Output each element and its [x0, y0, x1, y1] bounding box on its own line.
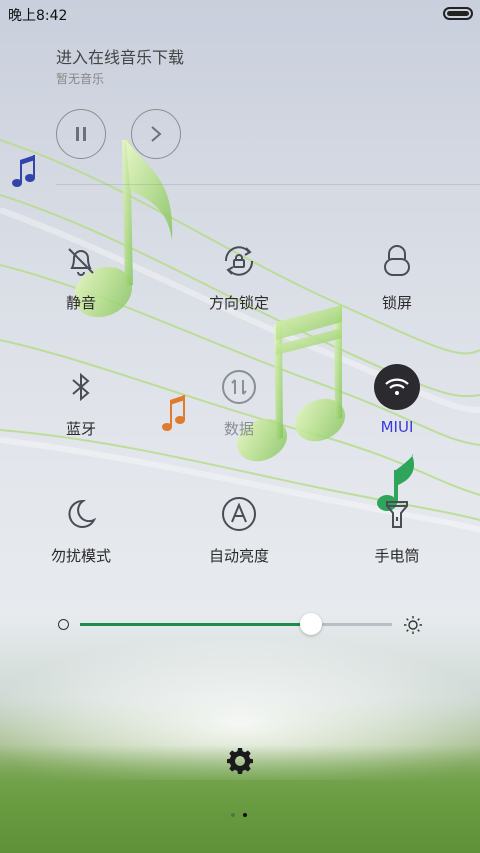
- toggle-mute-label: 静音: [65, 294, 96, 312]
- toggle-mobile-data-label: 数据: [223, 420, 254, 438]
- toggle-lock-screen-label: 锁屏: [381, 294, 412, 312]
- toggle-bluetooth[interactable]: 蓝牙: [21, 364, 141, 454]
- toggle-mute[interactable]: 静音: [21, 238, 141, 328]
- toggle-mobile-data[interactable]: 数据: [179, 364, 299, 454]
- brightness-high-icon: [404, 616, 422, 634]
- blue-music-note-decor: [12, 155, 35, 187]
- brightness-thumb[interactable]: [299, 613, 322, 635]
- lock-icon: [374, 238, 420, 284]
- toggle-auto-brightness-label: 自动亮度: [208, 547, 269, 565]
- next-icon: [151, 126, 162, 142]
- toggle-lock-screen[interactable]: 锁屏: [337, 238, 457, 328]
- moon-icon: [58, 491, 104, 537]
- pause-icon: [76, 127, 86, 141]
- page-indicator: [231, 813, 247, 817]
- status-time: 晚上8:42: [8, 8, 68, 24]
- next-button[interactable]: [131, 109, 181, 159]
- brightness-low-icon: [58, 619, 69, 630]
- status-bar: 晚上8:42: [0, 0, 480, 28]
- brightness-fill: [80, 623, 311, 626]
- auto-brightness-icon: [216, 491, 262, 537]
- toggle-do-not-disturb[interactable]: 勿扰模式: [21, 491, 141, 581]
- toggle-flashlight-label: 手电筒: [374, 547, 420, 565]
- battery-full-icon: [443, 7, 473, 20]
- toggle-wifi[interactable]: MIUI: [337, 364, 457, 454]
- toggle-flashlight[interactable]: 手电筒: [337, 491, 457, 581]
- toggle-rotation-lock[interactable]: 方向锁定: [179, 238, 299, 328]
- mobile-data-icon: [216, 364, 262, 410]
- toggle-rotation-lock-label: 方向锁定: [208, 294, 269, 312]
- toggle-do-not-disturb-label: 勿扰模式: [50, 547, 111, 565]
- brightness-slider[interactable]: [80, 613, 392, 635]
- page-dot-1[interactable]: [231, 813, 235, 817]
- wifi-icon: [374, 364, 420, 410]
- settings-button[interactable]: [226, 746, 254, 774]
- gear-icon: [227, 748, 253, 774]
- flashlight-icon: [374, 491, 420, 537]
- pause-button[interactable]: [56, 109, 106, 159]
- toggle-auto-brightness[interactable]: 自动亮度: [179, 491, 299, 581]
- music-title[interactable]: 进入在线音乐下载: [56, 44, 184, 68]
- page-dot-2[interactable]: [243, 813, 247, 817]
- music-divider: [56, 184, 480, 185]
- music-subtitle: 暂无音乐: [56, 72, 105, 86]
- bluetooth-icon: [58, 364, 104, 410]
- toggle-wifi-label: MIUI: [380, 418, 414, 436]
- toggle-bluetooth-label: 蓝牙: [65, 420, 96, 438]
- rotation-lock-icon: [216, 238, 262, 284]
- bell-off-icon: [58, 238, 104, 284]
